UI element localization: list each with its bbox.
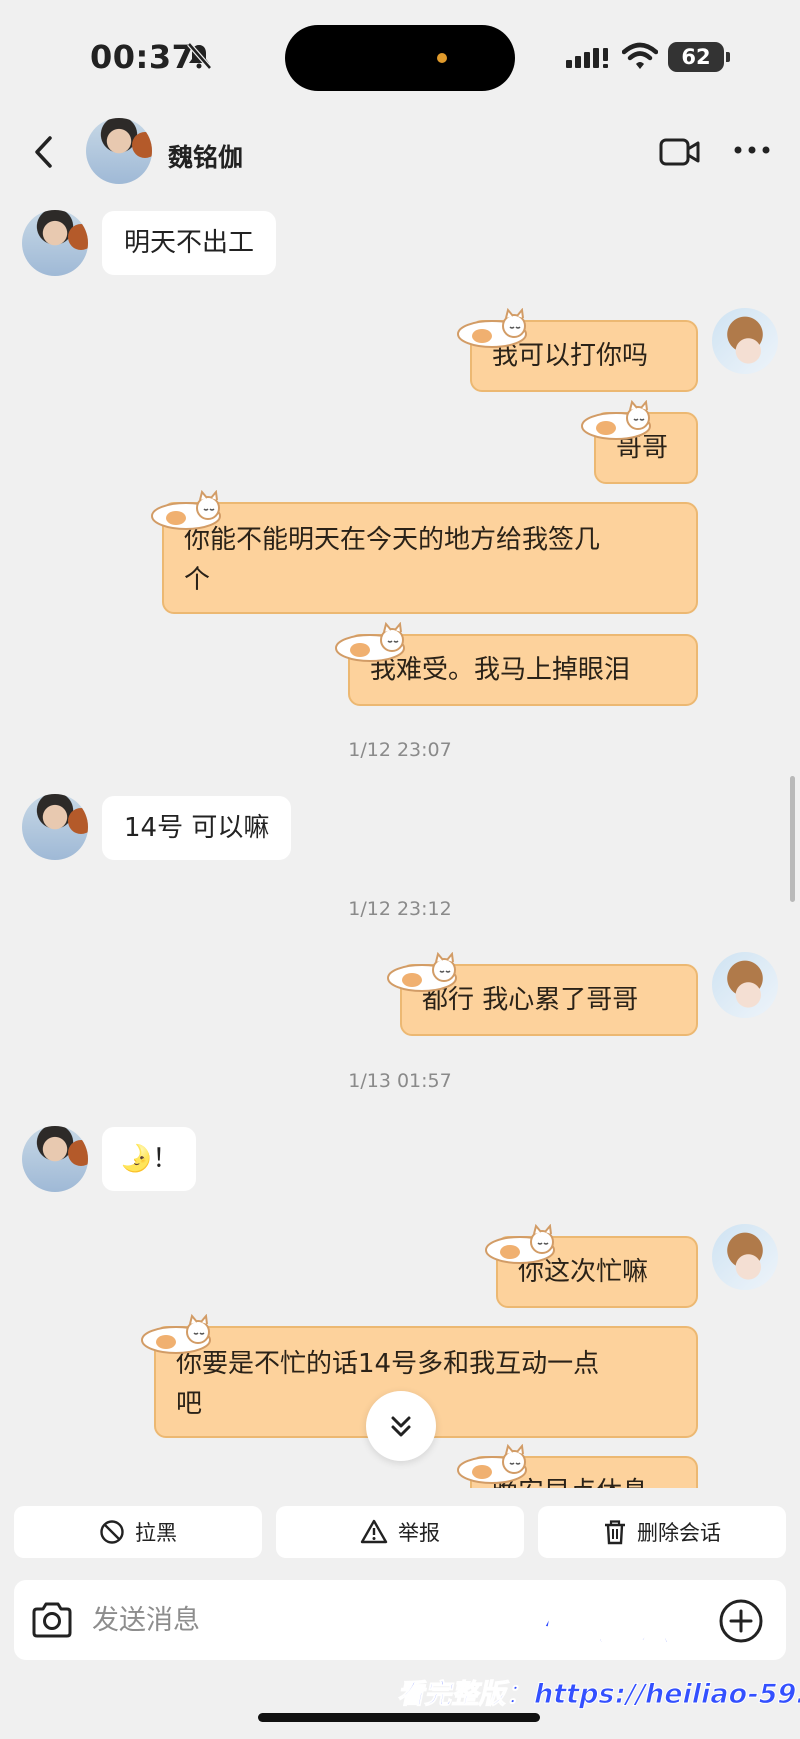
cat-sticker-icon: [387, 952, 457, 992]
cat-sticker-icon: [457, 308, 527, 348]
status-bar: 00:37 62: [0, 0, 800, 110]
action-bar: 拉黑 举报 删除会话: [0, 1488, 800, 1568]
cat-sticker-icon: [151, 490, 221, 530]
cellular-signal-icon: [566, 48, 608, 68]
warning-icon: [360, 1519, 388, 1544]
delete-conversation-button[interactable]: 删除会话: [538, 1506, 786, 1558]
report-label: 举报: [398, 1521, 440, 1545]
incoming-message[interactable]: 14号 可以嘛: [102, 796, 292, 860]
wifi-icon: [622, 42, 658, 69]
message-text-line: 你能不能明天在今天的地方给我签几: [184, 525, 601, 555]
timestamp: 1/12 23:07: [348, 739, 452, 761]
message-text-line: 个: [184, 565, 211, 595]
home-indicator[interactable]: [258, 1713, 540, 1722]
outgoing-message[interactable]: 你能不能明天在今天的地方给我签几 个: [162, 502, 698, 614]
chat-header: 魏铭伽: [0, 110, 800, 194]
contact-avatar[interactable]: [22, 1126, 88, 1192]
watermark-logo: 黑料吃瓜网: [486, 1600, 727, 1653]
more-options-icon[interactable]: [732, 140, 772, 160]
block-button[interactable]: 拉黑: [14, 1506, 262, 1558]
cat-sticker-icon: [335, 622, 405, 662]
delete-label: 删除会话: [637, 1521, 721, 1545]
battery-indicator: 62: [668, 42, 730, 72]
my-avatar[interactable]: [712, 308, 778, 374]
status-time: 00:37: [90, 38, 195, 76]
message-text-line: 你要是不忙的话14号多和我互动一点: [176, 1349, 600, 1379]
camera-icon[interactable]: [30, 1600, 74, 1640]
my-avatar[interactable]: [712, 952, 778, 1018]
timestamp: 1/12 23:12: [348, 898, 452, 920]
block-icon: [100, 1520, 124, 1544]
scrollbar[interactable]: [790, 776, 795, 902]
cat-sticker-icon: [485, 1224, 555, 1264]
dynamic-island: [285, 25, 515, 91]
cat-sticker-icon: [457, 1444, 527, 1484]
double-chevron-down-icon: [391, 1416, 411, 1437]
video-call-icon[interactable]: [658, 135, 702, 169]
report-button[interactable]: 举报: [276, 1506, 524, 1558]
contact-avatar[interactable]: [22, 210, 88, 276]
trash-icon: [605, 1520, 625, 1545]
moon-emoji: 🌛: [120, 1144, 153, 1174]
back-arrow-icon[interactable]: [28, 132, 60, 172]
incoming-message[interactable]: 明天不出工: [102, 211, 277, 275]
contact-avatar[interactable]: [22, 794, 88, 860]
timestamp: 1/13 01:57: [348, 1070, 452, 1092]
contact-name[interactable]: 魏铭伽: [168, 138, 243, 174]
contact-avatar[interactable]: [86, 118, 152, 184]
block-label: 拉黑: [135, 1521, 177, 1545]
bell-muted-icon: [187, 42, 212, 70]
scroll-to-bottom-button[interactable]: [366, 1391, 436, 1461]
cat-sticker-icon: [581, 400, 651, 440]
cat-sticker-icon: [141, 1314, 211, 1354]
incoming-message[interactable]: 🌛！: [102, 1127, 197, 1191]
message-text: ！: [152, 1144, 179, 1174]
mic-indicator-dot: [437, 53, 447, 63]
my-avatar[interactable]: [712, 1224, 778, 1290]
watermark-url: 看完整版：https://heiliao-59.com: [396, 1679, 800, 1711]
